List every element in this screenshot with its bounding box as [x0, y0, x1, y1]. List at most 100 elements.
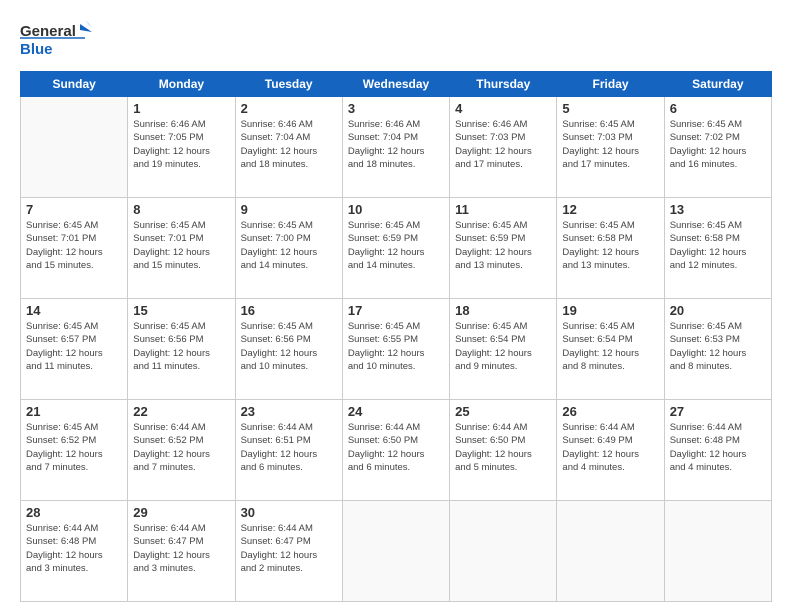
day-info: Sunrise: 6:46 AMSunset: 7:04 AMDaylight:…	[241, 118, 337, 171]
calendar-table: SundayMondayTuesdayWednesdayThursdayFrid…	[20, 71, 772, 602]
day-info: Sunrise: 6:44 AMSunset: 6:52 PMDaylight:…	[133, 421, 229, 474]
day-info: Sunrise: 6:46 AMSunset: 7:03 PMDaylight:…	[455, 118, 551, 171]
svg-text:Blue: Blue	[20, 41, 53, 58]
day-cell-27: 27 Sunrise: 6:44 AMSunset: 6:48 PMDayligh…	[664, 400, 771, 501]
day-info: Sunrise: 6:45 AMSunset: 6:59 PMDaylight:…	[455, 219, 551, 272]
day-cell-23: 23 Sunrise: 6:44 AMSunset: 6:51 PMDayligh…	[235, 400, 342, 501]
col-header-tuesday: Tuesday	[235, 72, 342, 97]
day-cell-28: 28 Sunrise: 6:44 AMSunset: 6:48 PMDayligh…	[21, 501, 128, 602]
day-cell-10: 10 Sunrise: 6:45 AMSunset: 6:59 PMDayligh…	[342, 198, 449, 299]
day-cell-29: 29Sunrise: 6:44 AMSunset: 6:47 PMDayligh…	[128, 501, 235, 602]
col-header-wednesday: Wednesday	[342, 72, 449, 97]
day-info: Sunrise: 6:45 AMSunset: 7:03 PMDaylight:…	[562, 118, 658, 171]
day-number: 24	[348, 404, 444, 419]
day-cell-1: 1 Sunrise: 6:46 AMSunset: 7:05 PMDaylight…	[128, 97, 235, 198]
day-number: 2	[241, 101, 337, 116]
day-cell-12: 12 Sunrise: 6:45 AMSunset: 6:58 PMDayligh…	[557, 198, 664, 299]
day-number: 13	[670, 202, 766, 217]
day-number: 26	[562, 404, 658, 419]
empty-cell	[557, 501, 664, 602]
day-number: 20	[670, 303, 766, 318]
day-info: Sunrise: 6:45 AMSunset: 6:57 PMDaylight:…	[26, 320, 122, 373]
day-number: 6	[670, 101, 766, 116]
day-number: 15	[133, 303, 229, 318]
col-header-saturday: Saturday	[664, 72, 771, 97]
day-number: 10	[348, 202, 444, 217]
day-number: 5	[562, 101, 658, 116]
day-cell-9: 9 Sunrise: 6:45 AMSunset: 7:00 PMDaylight…	[235, 198, 342, 299]
day-info: Sunrise: 6:45 AMSunset: 7:00 PMDaylight:…	[241, 219, 337, 272]
logo-svg: General Blue	[20, 18, 95, 63]
day-info: Sunrise: 6:44 AMSunset: 6:48 PMDaylight:…	[26, 522, 122, 575]
col-header-thursday: Thursday	[450, 72, 557, 97]
day-info: Sunrise: 6:45 AMSunset: 7:01 PMDaylight:…	[26, 219, 122, 272]
day-number: 1	[133, 101, 229, 116]
col-header-sunday: Sunday	[21, 72, 128, 97]
day-number: 28	[26, 505, 122, 520]
day-number: 18	[455, 303, 551, 318]
day-number: 12	[562, 202, 658, 217]
day-info: Sunrise: 6:44 AMSunset: 6:51 PMDaylight:…	[241, 421, 337, 474]
day-info: Sunrise: 6:44 AMSunset: 6:50 PMDaylight:…	[455, 421, 551, 474]
day-cell-14: 14 Sunrise: 6:45 AMSunset: 6:57 PMDayligh…	[21, 299, 128, 400]
day-number: 8	[133, 202, 229, 217]
empty-cell	[450, 501, 557, 602]
day-number: 11	[455, 202, 551, 217]
day-number: 3	[348, 101, 444, 116]
empty-cell	[21, 97, 128, 198]
day-cell-11: 11 Sunrise: 6:45 AMSunset: 6:59 PMDayligh…	[450, 198, 557, 299]
day-cell-5: 5 Sunrise: 6:45 AMSunset: 7:03 PMDaylight…	[557, 97, 664, 198]
day-number: 16	[241, 303, 337, 318]
day-info: Sunrise: 6:45 AMSunset: 6:55 PMDaylight:…	[348, 320, 444, 373]
empty-cell	[342, 501, 449, 602]
day-cell-30: 30 Sunrise: 6:44 AMSunset: 6:47 PMDayligh…	[235, 501, 342, 602]
day-info: Sunrise: 6:46 AMSunset: 7:05 PMDaylight:…	[133, 118, 229, 171]
day-cell-26: 26 Sunrise: 6:44 AMSunset: 6:49 PMDayligh…	[557, 400, 664, 501]
day-info: Sunrise: 6:45 AMSunset: 6:56 PMDaylight:…	[241, 320, 337, 373]
logo: General Blue	[20, 18, 95, 63]
day-info: Sunrise: 6:44 AMSunset: 6:50 PMDaylight:…	[348, 421, 444, 474]
day-cell-3: 3 Sunrise: 6:46 AMSunset: 7:04 PMDaylight…	[342, 97, 449, 198]
day-info: Sunrise: 6:44 AMSunset: 6:48 PMDaylight:…	[670, 421, 766, 474]
day-number: 7	[26, 202, 122, 217]
day-number: 9	[241, 202, 337, 217]
day-info: Sunrise: 6:45 AMSunset: 6:54 PMDaylight:…	[455, 320, 551, 373]
day-info: Sunrise: 6:45 AMSunset: 7:02 PMDaylight:…	[670, 118, 766, 171]
day-cell-6: 6 Sunrise: 6:45 AMSunset: 7:02 PMDaylight…	[664, 97, 771, 198]
col-header-monday: Monday	[128, 72, 235, 97]
day-number: 25	[455, 404, 551, 419]
day-info: Sunrise: 6:45 AMSunset: 6:58 PMDaylight:…	[670, 219, 766, 272]
day-cell-22: 22 Sunrise: 6:44 AMSunset: 6:52 PMDayligh…	[128, 400, 235, 501]
day-cell-8: 8 Sunrise: 6:45 AMSunset: 7:01 PMDaylight…	[128, 198, 235, 299]
day-info: Sunrise: 6:45 AMSunset: 6:52 PMDaylight:…	[26, 421, 122, 474]
day-cell-13: 13 Sunrise: 6:45 AMSunset: 6:58 PMDayligh…	[664, 198, 771, 299]
day-cell-16: 16 Sunrise: 6:45 AMSunset: 6:56 PMDayligh…	[235, 299, 342, 400]
day-cell-15: 15Sunrise: 6:45 AMSunset: 6:56 PMDayligh…	[128, 299, 235, 400]
day-cell-24: 24 Sunrise: 6:44 AMSunset: 6:50 PMDayligh…	[342, 400, 449, 501]
day-info: Sunrise: 6:44 AMSunset: 6:47 PMDaylight:…	[241, 522, 337, 575]
day-info: Sunrise: 6:46 AMSunset: 7:04 PMDaylight:…	[348, 118, 444, 171]
day-cell-25: 25 Sunrise: 6:44 AMSunset: 6:50 PMDayligh…	[450, 400, 557, 501]
day-number: 19	[562, 303, 658, 318]
day-info: Sunrise: 6:45 AMSunset: 6:59 PMDaylight:…	[348, 219, 444, 272]
day-number: 30	[241, 505, 337, 520]
day-info: Sunrise: 6:45 AMSunset: 7:01 PMDaylight:…	[133, 219, 229, 272]
day-number: 14	[26, 303, 122, 318]
day-number: 22	[133, 404, 229, 419]
day-cell-20: 20Sunrise: 6:45 AMSunset: 6:53 PMDayligh…	[664, 299, 771, 400]
day-cell-17: 17 Sunrise: 6:45 AMSunset: 6:55 PMDayligh…	[342, 299, 449, 400]
day-number: 4	[455, 101, 551, 116]
day-cell-19: 19 Sunrise: 6:45 AMSunset: 6:54 PMDayligh…	[557, 299, 664, 400]
col-header-friday: Friday	[557, 72, 664, 97]
day-number: 23	[241, 404, 337, 419]
day-info: Sunrise: 6:45 AMSunset: 6:54 PMDaylight:…	[562, 320, 658, 373]
day-info: Sunrise: 6:44 AMSunset: 6:49 PMDaylight:…	[562, 421, 658, 474]
day-cell-18: 18 Sunrise: 6:45 AMSunset: 6:54 PMDayligh…	[450, 299, 557, 400]
day-cell-2: 2 Sunrise: 6:46 AMSunset: 7:04 AMDaylight…	[235, 97, 342, 198]
day-number: 21	[26, 404, 122, 419]
day-info: Sunrise: 6:44 AMSunset: 6:47 PMDaylight:…	[133, 522, 229, 575]
day-info: Sunrise: 6:45 AMSunset: 6:58 PMDaylight:…	[562, 219, 658, 272]
day-number: 17	[348, 303, 444, 318]
day-number: 27	[670, 404, 766, 419]
day-cell-4: 4 Sunrise: 6:46 AMSunset: 7:03 PMDaylight…	[450, 97, 557, 198]
